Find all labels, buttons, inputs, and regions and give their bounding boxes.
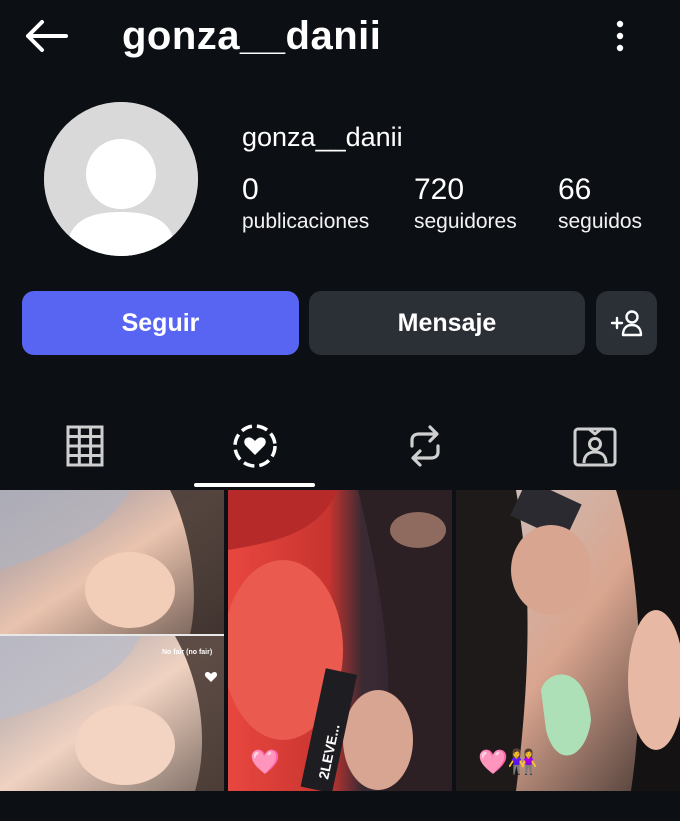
stat-posts[interactable]: 0 publicaciones [242, 172, 369, 234]
stat-following[interactable]: 66 seguidos [558, 172, 642, 234]
highlights-icon [233, 424, 277, 468]
tab-reposts[interactable] [395, 416, 455, 476]
more-options-button[interactable] [606, 16, 634, 56]
top-bar: gonza__danii [0, 0, 680, 76]
tagged-icon [573, 427, 617, 467]
tab-highlights[interactable] [225, 416, 285, 476]
follow-button[interactable]: Seguir [22, 291, 299, 355]
grid-item-2[interactable]: 2LEVE... 🩷 [228, 490, 452, 791]
photo-thumbnail: No fair (no fair) [0, 490, 224, 791]
reposts-icon [410, 425, 440, 467]
photo-thumbnail: 2LEVE... 🩷 [228, 490, 452, 791]
grid-item-3-emoji: 🩷👭 [478, 748, 538, 776]
stat-followers[interactable]: 720 seguidores [414, 172, 517, 234]
grid-item-3[interactable]: 🩷👭 [456, 490, 680, 791]
add-user-icon [610, 310, 642, 337]
add-user-button[interactable] [596, 291, 657, 355]
active-tab-indicator [194, 483, 315, 487]
more-vertical-icon [616, 20, 624, 52]
tab-tagged[interactable] [565, 416, 625, 476]
stat-followers-label: seguidores [414, 210, 517, 233]
profile-tabs [0, 404, 680, 490]
page-title: gonza__danii [122, 14, 382, 58]
default-avatar-icon [44, 102, 198, 256]
grid-item-1-caption: No fair (no fair) [162, 649, 212, 656]
stat-following-value: 66 [558, 173, 592, 206]
media-grid: No fair (no fair) 2LEVE... 🩷 🩷👭 [0, 490, 680, 791]
stat-posts-value: 0 [242, 173, 259, 206]
stat-posts-label: publicaciones [242, 210, 370, 233]
avatar[interactable] [44, 102, 198, 256]
stat-followers-value: 720 [414, 173, 465, 206]
arrow-left-icon [26, 20, 68, 52]
back-button[interactable] [22, 18, 70, 54]
grid-item-2-emoji: 🩷 [250, 749, 280, 776]
grid-item-1[interactable]: No fair (no fair) [0, 490, 224, 791]
photo-thumbnail: 🩷👭 [456, 490, 680, 791]
stat-following-label: seguidos [558, 210, 643, 233]
profile-username: gonza__danii [242, 122, 403, 152]
tab-grid[interactable] [55, 416, 115, 476]
message-button[interactable]: Mensaje [309, 291, 585, 355]
grid-icon [66, 425, 104, 467]
